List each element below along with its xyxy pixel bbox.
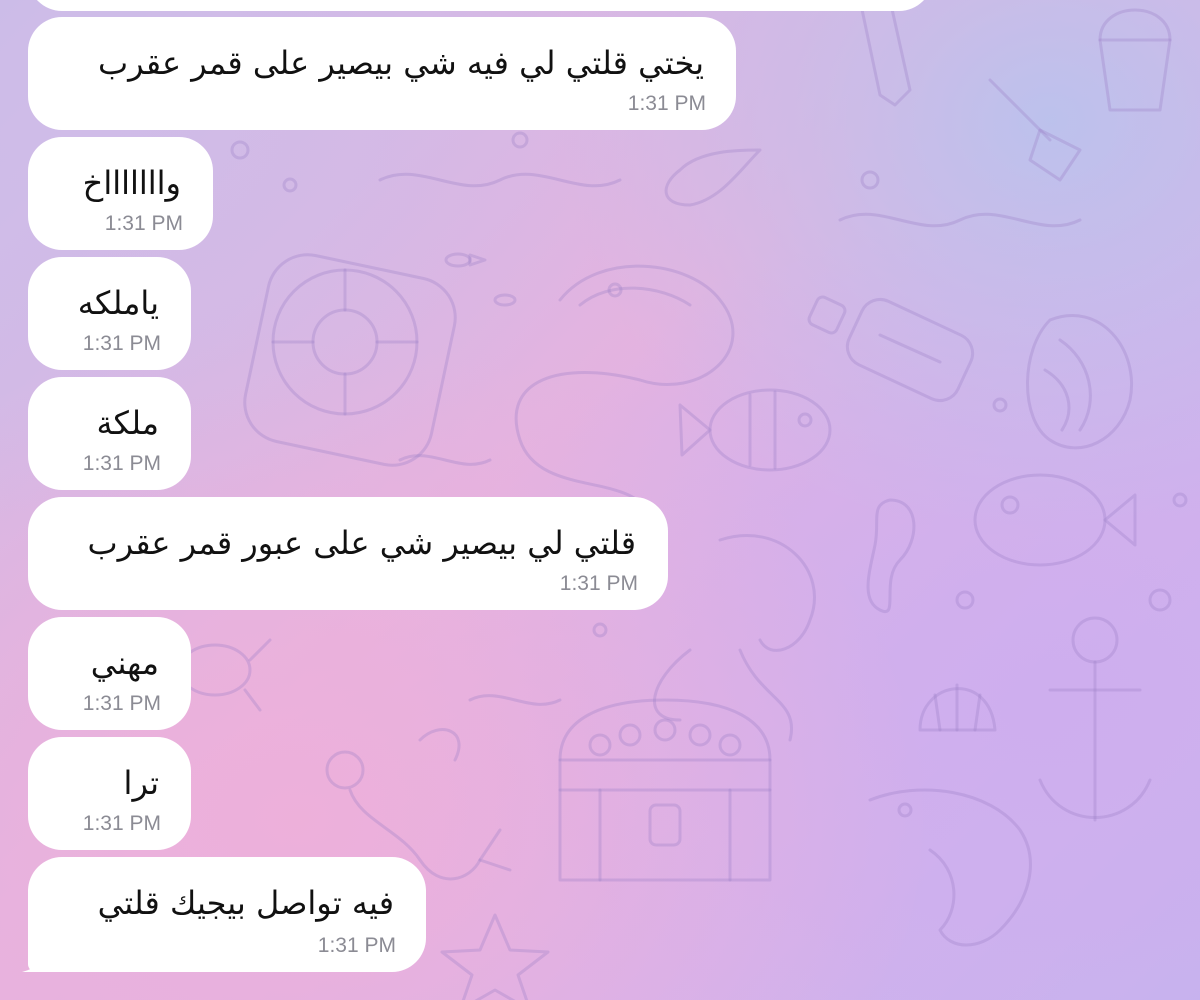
message-timestamp: 1:31 PM — [559, 572, 638, 595]
message-text: مهني — [90, 644, 159, 682]
message-text: ياملكه — [77, 284, 159, 322]
message-bubble[interactable]: واااااااخ 1:31 PM — [28, 137, 213, 250]
message-timestamp: 1:31 PM — [82, 812, 161, 835]
message-text: فيه تواصل بيجيك قلتي — [97, 884, 394, 922]
message-timestamp: 1:31 PM — [627, 92, 706, 115]
message-timestamp: 1:31 PM — [82, 692, 161, 715]
message-timestamp: 1:31 PM — [82, 332, 161, 355]
message-text: ملكة — [96, 404, 159, 442]
message-bubble[interactable]: فيه تواصل بيجيك قلتي 1:31 PM — [28, 857, 426, 972]
message-bubble[interactable]: قلتي لي بيصير شي على عبور قمر عقرب 1:31 … — [28, 497, 668, 610]
message-bubble[interactable]: يختي قلتي لي فيه شي بيصير على قمر عقرب 1… — [28, 17, 736, 130]
message-text: واااااااخ — [82, 164, 181, 202]
message-text: ترا — [123, 764, 159, 802]
message-text: يختي قلتي لي فيه شي بيصير على قمر عقرب — [98, 44, 704, 82]
message-bubble[interactable]: ملكة 1:31 PM — [28, 377, 191, 490]
message-timestamp: 1:31 PM — [317, 934, 396, 957]
message-list: يختي قلتي لي فيه شي بيصير على قمر عقرب 1… — [0, 0, 1200, 1000]
message-bubble[interactable]: ياملكه 1:31 PM — [28, 257, 191, 370]
previous-message-bubble[interactable] — [28, 0, 933, 11]
message-timestamp: 1:31 PM — [104, 212, 183, 235]
message-text: قلتي لي بيصير شي على عبور قمر عقرب — [87, 524, 636, 562]
message-bubble[interactable]: مهني 1:31 PM — [28, 617, 191, 730]
message-timestamp: 1:31 PM — [82, 452, 161, 475]
message-bubble[interactable]: ترا 1:31 PM — [28, 737, 191, 850]
